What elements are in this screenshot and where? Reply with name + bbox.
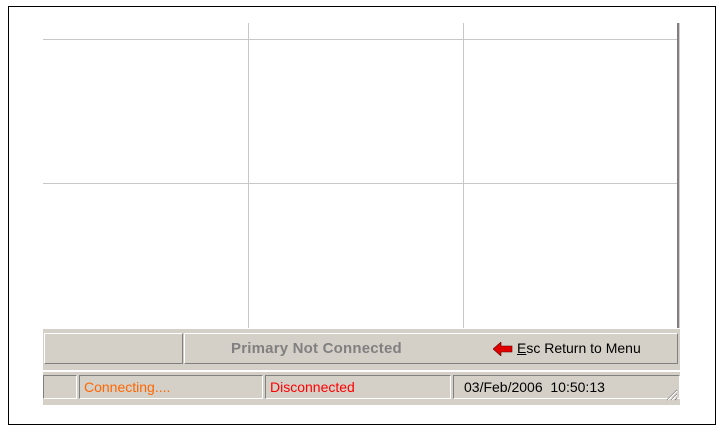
toolbar-panel-left <box>44 333 183 364</box>
toolbar-panel-main: Primary Not Connected Esc Return to Menu <box>184 333 678 364</box>
arrow-left-icon <box>493 342 513 356</box>
resize-grip-icon[interactable] <box>666 389 678 401</box>
status-bar: Connecting.... Disconnected 03/Feb/2006 … <box>43 372 680 405</box>
datetime-text: 03/Feb/2006 10:50:13 <box>464 379 605 395</box>
datetime-status: 03/Feb/2006 10:50:13 <box>453 375 680 399</box>
link-status-text: Disconnected <box>270 379 355 395</box>
grid-line <box>248 23 249 328</box>
connection-status: Connecting.... <box>79 375 263 399</box>
esc-return-to-menu-button[interactable]: Esc Return to Menu <box>487 338 673 360</box>
connection-status-text: Connecting.... <box>84 379 171 395</box>
grid-border <box>679 23 680 328</box>
grid-line <box>43 183 677 184</box>
link-status: Disconnected <box>265 375 451 399</box>
video-grid <box>43 23 677 328</box>
control-toolbar: Primary Not Connected Esc Return to Menu <box>43 328 680 370</box>
status-cell-blank <box>43 375 77 399</box>
esc-return-label: Esc Return to Menu <box>517 340 641 356</box>
grid-line <box>463 23 464 328</box>
grid-line <box>43 39 677 40</box>
primary-status-label: Primary Not Connected <box>231 340 402 357</box>
